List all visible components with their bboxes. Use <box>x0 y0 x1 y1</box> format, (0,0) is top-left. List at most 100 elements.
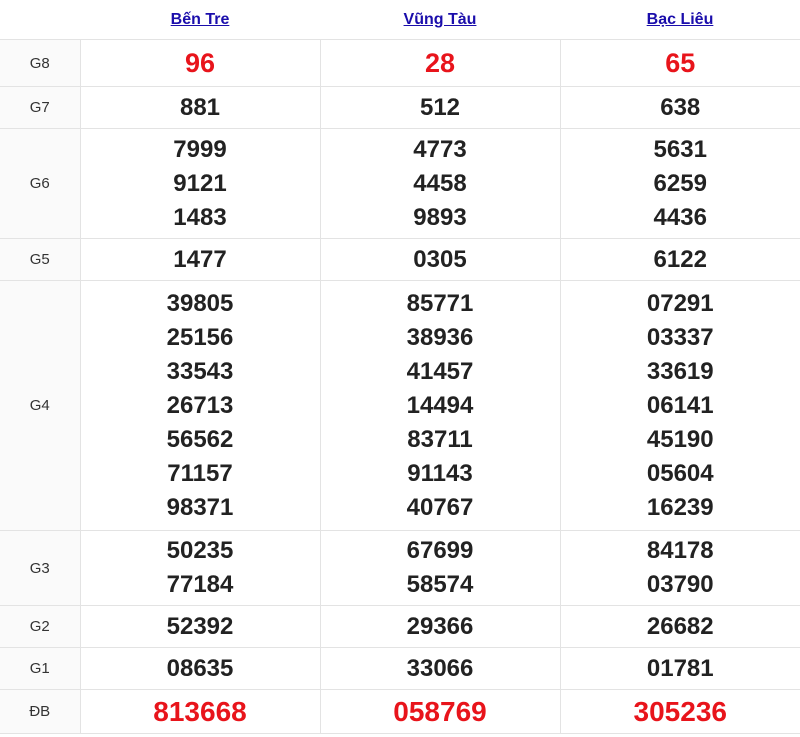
lottery-results-table: Bến Tre Vũng Tàu Bạc Liêu G8 96 28 65 G7 881 5… <box>0 0 800 734</box>
result-number: 65 <box>665 48 696 78</box>
result-cell-ben-tre: 1477 <box>79 238 321 281</box>
result-cell-bac-lieu: 638 <box>559 86 800 129</box>
prize-label: G6 <box>0 128 81 239</box>
result-cell-bac-lieu: 07291 03337 33619 06141 45190 05604 16239 <box>559 280 800 531</box>
result-number: 77184 <box>166 571 234 598</box>
result-number: 1477 <box>173 245 227 273</box>
result-cell-ben-tre: 881 <box>79 86 321 129</box>
result-number: 91143 <box>407 459 473 487</box>
result-number: 03790 <box>646 571 714 598</box>
result-number: 33619 <box>646 357 714 385</box>
result-number: 33066 <box>406 654 474 682</box>
prize-row-g1: G1 08635 33066 01781 <box>0 647 800 690</box>
prize-label: G4 <box>0 280 81 531</box>
result-cell-ben-tre: 50235 77184 <box>79 530 321 606</box>
result-number: 50235 <box>166 537 234 564</box>
result-number: 4773 <box>413 135 467 163</box>
result-number: 05604 <box>646 459 714 487</box>
result-number: 26682 <box>646 612 714 640</box>
result-cell-ben-tre: 39805 25156 33543 26713 56562 71157 98371 <box>79 280 321 531</box>
result-number: 71157 <box>167 459 233 487</box>
result-number: 638 <box>660 93 701 121</box>
province-header-bac-lieu: Bạc Liêu <box>560 0 800 40</box>
result-number: 4458 <box>413 169 467 197</box>
prize-row-g3: G3 50235 77184 67699 58574 84178 03790 <box>0 530 800 606</box>
result-number: 9121 <box>173 169 227 197</box>
result-number: 98371 <box>166 493 234 521</box>
result-cell-vung-tau: 29366 <box>319 605 561 648</box>
result-number: 6122 <box>653 245 707 273</box>
result-cell-bac-lieu: 26682 <box>559 605 800 648</box>
result-cell-bac-lieu: 305236 <box>559 689 800 734</box>
province-link-bac-lieu[interactable]: Bạc Liêu <box>647 11 714 28</box>
prize-column-header <box>0 0 80 40</box>
result-number: 16239 <box>646 493 714 521</box>
province-link-ben-tre[interactable]: Bến Tre <box>171 11 230 28</box>
result-number: 14494 <box>406 391 474 419</box>
result-number: 26713 <box>166 391 234 419</box>
result-number: 38936 <box>406 323 474 351</box>
result-number: 07291 <box>646 289 714 317</box>
result-cell-vung-tau: 67699 58574 <box>319 530 561 606</box>
result-cell-vung-tau: 28 <box>319 39 561 87</box>
result-number: 83711 <box>407 425 473 453</box>
result-number: 6259 <box>653 169 707 197</box>
result-number: 45190 <box>646 425 714 453</box>
result-number: 06141 <box>646 391 714 419</box>
result-cell-vung-tau: 33066 <box>319 647 561 690</box>
result-cell-bac-lieu: 84178 03790 <box>559 530 800 606</box>
result-number: 96 <box>184 48 216 78</box>
result-cell-ben-tre: 96 <box>79 39 321 87</box>
result-number: 1483 <box>173 203 227 231</box>
result-cell-ben-tre: 813668 <box>79 689 321 734</box>
result-number: 41457 <box>406 357 474 385</box>
prize-row-g2: G2 52392 29366 26682 <box>0 605 800 648</box>
result-number: 7999 <box>173 135 227 163</box>
prize-label: G5 <box>0 238 81 281</box>
result-cell-bac-lieu: 5631 6259 4436 <box>559 128 800 239</box>
result-cell-vung-tau: 0305 <box>319 238 561 281</box>
result-number: 29366 <box>406 612 474 640</box>
result-number: 03337 <box>646 323 714 351</box>
results-body: G8 96 28 65 G7 881 512 638 G6 7999 9121 1483 4773 445… <box>0 39 800 734</box>
prize-row-g7: G7 881 512 638 <box>0 86 800 129</box>
prize-row-g8: G8 96 28 65 <box>0 39 800 87</box>
result-cell-vung-tau: 058769 <box>319 689 561 734</box>
result-cell-vung-tau: 512 <box>319 86 561 129</box>
prize-row-g5: G5 1477 0305 6122 <box>0 238 800 281</box>
result-cell-vung-tau: 85771 38936 41457 14494 83711 91143 40767 <box>319 280 561 531</box>
result-number: 01781 <box>646 654 714 682</box>
result-number: 0305 <box>413 245 467 273</box>
result-number: 9893 <box>413 203 467 231</box>
result-number: 40767 <box>406 493 474 521</box>
result-cell-ben-tre: 7999 9121 1483 <box>79 128 321 239</box>
prize-label: G8 <box>0 39 81 87</box>
result-cell-bac-lieu: 65 <box>559 39 800 87</box>
result-cell-ben-tre: 52392 <box>79 605 321 648</box>
result-number: 813668 <box>153 695 247 727</box>
prize-label: G1 <box>0 647 81 690</box>
prize-label: G3 <box>0 530 81 606</box>
result-number: 512 <box>419 93 461 121</box>
province-header-ben-tre: Bến Tre <box>80 0 320 40</box>
prize-label: G7 <box>0 86 81 129</box>
province-link-vung-tau[interactable]: Vũng Tàu <box>404 11 477 28</box>
result-number: 33543 <box>166 357 234 385</box>
result-number: 881 <box>179 93 221 121</box>
result-number: 39805 <box>166 289 234 317</box>
prize-row-g4: G4 39805 25156 33543 26713 56562 71157 98371 857… <box>0 280 800 531</box>
result-number: 84178 <box>646 537 714 564</box>
result-cell-bac-lieu: 6122 <box>559 238 800 281</box>
result-number: 058769 <box>393 695 487 727</box>
prize-label: G2 <box>0 605 81 648</box>
result-cell-bac-lieu: 01781 <box>559 647 800 690</box>
result-number: 85771 <box>406 289 474 317</box>
result-number: 5631 <box>653 135 707 163</box>
result-number: 08635 <box>166 654 234 682</box>
result-number: 305236 <box>633 695 727 727</box>
result-number: 52392 <box>166 612 234 640</box>
result-number: 56562 <box>166 425 234 453</box>
header-row: Bến Tre Vũng Tàu Bạc Liêu <box>0 0 800 40</box>
prize-row-g6: G6 7999 9121 1483 4773 4458 9893 5631 6259 4436 <box>0 128 800 239</box>
result-number: 4436 <box>653 203 707 231</box>
